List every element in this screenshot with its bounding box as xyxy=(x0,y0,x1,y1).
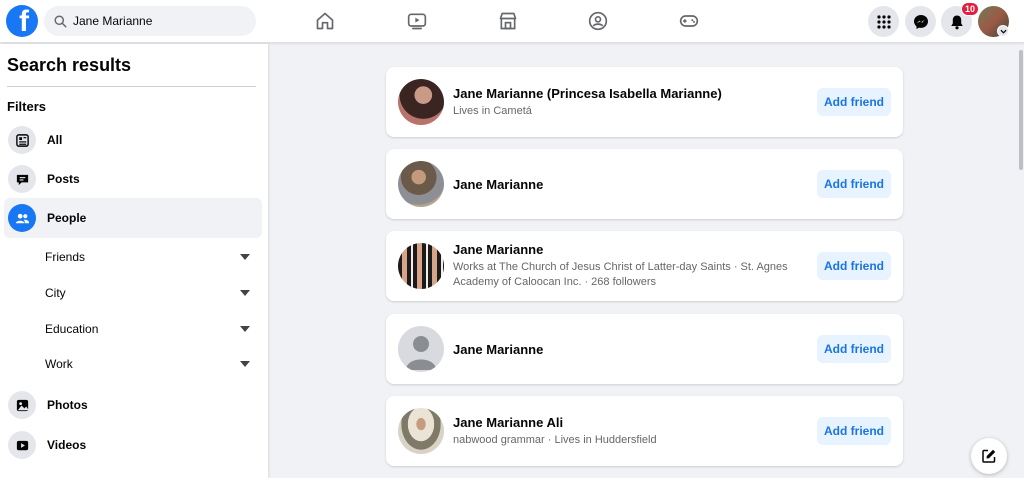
sidebar-item-label: Photos xyxy=(47,398,88,412)
filter-work[interactable]: Work xyxy=(45,349,255,379)
sidebar-item-people[interactable]: People xyxy=(4,198,262,238)
menu-grid-icon[interactable] xyxy=(868,6,899,37)
people-icon xyxy=(8,204,36,232)
result-name[interactable]: Jane Marianne Ali xyxy=(453,415,803,430)
result-info: Jane Marianne Works at The Church of Jes… xyxy=(453,231,803,301)
page-title: Search results xyxy=(7,55,132,75)
result-info: Jane Marianne xyxy=(453,314,803,384)
filter-education[interactable]: Education xyxy=(45,314,255,344)
compose-icon xyxy=(982,449,996,463)
marketplace-icon[interactable] xyxy=(497,10,519,32)
filter-city[interactable]: City xyxy=(45,278,255,308)
top-bar: f 10 xyxy=(0,0,1024,43)
add-friend-button[interactable]: Add friend xyxy=(817,252,891,280)
search-icon xyxy=(54,14,67,28)
notifications-badge: 10 xyxy=(961,2,980,16)
profile-avatar[interactable] xyxy=(398,408,444,454)
video-icon xyxy=(8,431,36,459)
sidebar-item-label: Videos xyxy=(47,438,87,452)
filter-label: Work xyxy=(45,357,73,371)
search-input[interactable] xyxy=(73,14,243,28)
home-icon[interactable] xyxy=(314,10,336,32)
result-card[interactable]: Jane Marianne (Princesa Isabella Mariann… xyxy=(386,67,903,137)
profile-avatar[interactable] xyxy=(398,161,444,207)
result-card[interactable]: Jane Marianne Ali nabwood grammar · Live… xyxy=(386,396,903,466)
caret-down-icon xyxy=(240,361,250,367)
filter-label: City xyxy=(45,286,66,300)
add-friend-button[interactable]: Add friend xyxy=(817,335,891,363)
result-info: Jane Marianne xyxy=(453,149,803,219)
result-card[interactable]: Jane Marianne Works at The Church of Jes… xyxy=(386,231,903,301)
search-filters-sidebar: Search results Filters All Posts People … xyxy=(0,44,268,478)
filter-friends[interactable]: Friends xyxy=(45,242,255,272)
chat-bubble-icon xyxy=(8,165,36,193)
sidebar-item-photos[interactable]: Photos xyxy=(4,385,262,425)
result-detail: Works at The Church of Jesus Christ of L… xyxy=(453,261,788,288)
result-name[interactable]: Jane Marianne (Princesa Isabella Mariann… xyxy=(453,86,803,101)
result-detail: Lives in Cametá xyxy=(453,104,532,117)
result-card[interactable]: Jane Marianne Add friend xyxy=(386,149,903,219)
search-box[interactable] xyxy=(44,6,256,36)
default-avatar-icon[interactable] xyxy=(398,326,444,372)
photo-icon xyxy=(8,391,36,419)
result-detail: nabwood grammar · Lives in Huddersfield xyxy=(453,433,657,446)
new-message-button[interactable] xyxy=(971,438,1007,474)
gaming-icon[interactable] xyxy=(678,10,700,32)
groups-icon[interactable] xyxy=(587,10,609,32)
result-info: Jane Marianne (Princesa Isabella Mariann… xyxy=(453,67,803,137)
scrollbar-thumb[interactable] xyxy=(1019,50,1023,170)
sidebar-item-posts[interactable]: Posts xyxy=(4,159,262,199)
sidebar-item-label: Posts xyxy=(47,172,80,186)
sidebar-item-videos[interactable]: Videos xyxy=(4,425,262,465)
result-name[interactable]: Jane Marianne xyxy=(453,242,803,257)
profile-avatar[interactable] xyxy=(398,243,444,289)
result-card[interactable]: Jane Marianne Add friend xyxy=(386,314,903,384)
sidebar-item-all[interactable]: All xyxy=(4,120,262,160)
watch-icon[interactable] xyxy=(406,10,428,32)
filter-label: Education xyxy=(45,322,99,336)
filter-label: Friends xyxy=(45,250,86,264)
chevron-down-icon[interactable] xyxy=(997,25,1009,37)
result-name[interactable]: Jane Marianne xyxy=(453,342,803,357)
filters-heading: Filters xyxy=(7,99,47,114)
feed-icon xyxy=(8,126,36,154)
caret-down-icon xyxy=(240,254,250,260)
add-friend-button[interactable]: Add friend xyxy=(817,170,891,198)
result-info: Jane Marianne Ali nabwood grammar · Live… xyxy=(453,396,803,466)
sidebar-item-label: People xyxy=(47,211,87,225)
caret-down-icon xyxy=(240,290,250,296)
divider xyxy=(7,86,256,87)
facebook-logo[interactable]: f xyxy=(6,5,38,37)
caret-down-icon xyxy=(240,326,250,332)
profile-avatar[interactable] xyxy=(398,79,444,125)
add-friend-button[interactable]: Add friend xyxy=(817,88,891,116)
messenger-icon[interactable] xyxy=(905,6,936,37)
sidebar-item-label: All xyxy=(47,133,63,147)
add-friend-button[interactable]: Add friend xyxy=(817,417,891,445)
result-name[interactable]: Jane Marianne xyxy=(453,177,803,192)
